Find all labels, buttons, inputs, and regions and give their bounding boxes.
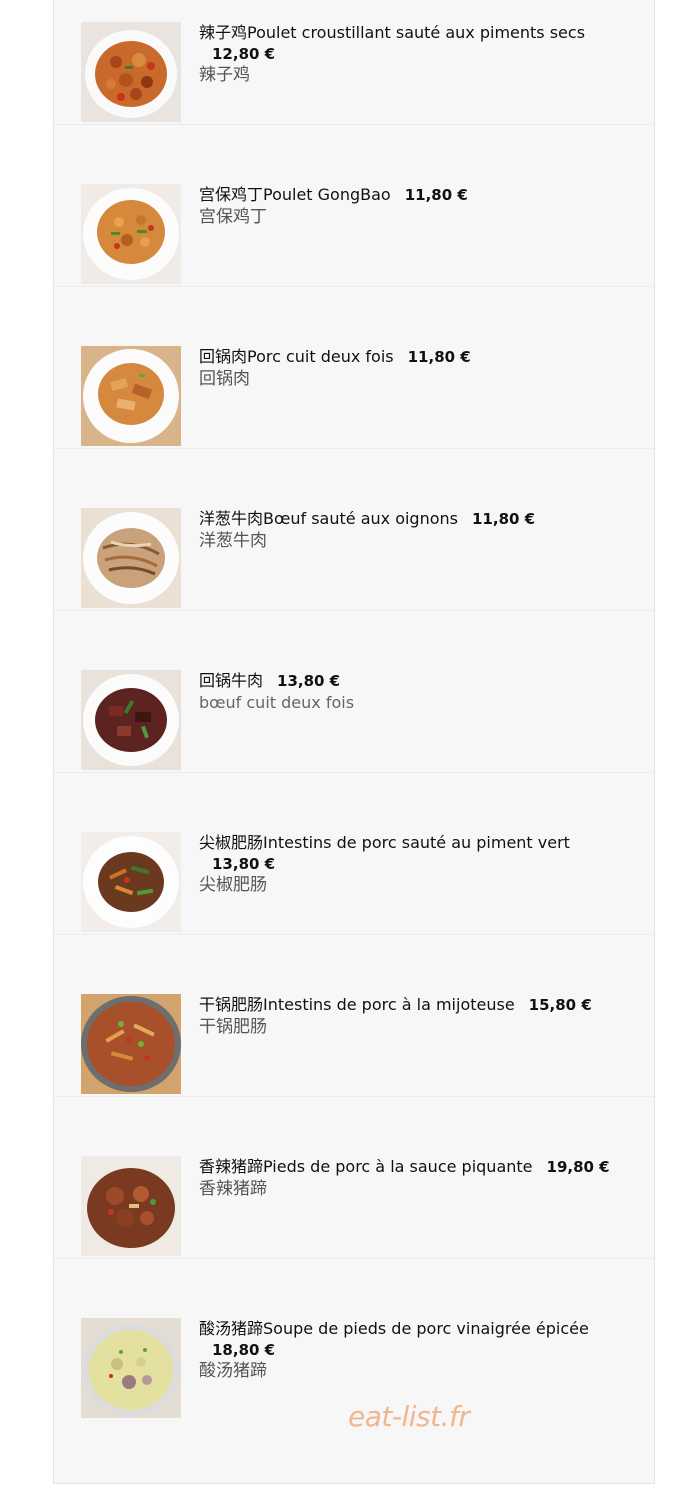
menu-panel: 辣子鸡Poulet croustillant sauté aux piments… (53, 0, 655, 1484)
dish-title: 香辣猪蹄Pieds de porc à la sauce piquante 19,… (199, 1156, 629, 1178)
divider (54, 772, 654, 773)
dish-subtitle: bœuf cuit deux fois (199, 693, 355, 712)
list-item[interactable]: 宫保鸡丁Poulet GongBao 11,80 € 宫保鸡丁 (54, 162, 654, 324)
dish-title: 回锅肉Porc cuit deux fois 11,80 € (199, 346, 629, 368)
list-item[interactable]: 辣子鸡Poulet croustillant sauté aux piments… (54, 0, 654, 162)
list-item[interactable]: 回锅牛肉 13,80 € bœuf cuit deux fois (54, 648, 654, 810)
list-item[interactable]: 回锅肉Porc cuit deux fois 11,80 € 回锅肉 (54, 324, 654, 486)
list-item[interactable]: 尖椒肥肠Intestins de porc sauté au piment ve… (54, 810, 654, 972)
dish-subtitle: 回锅肉 (199, 369, 250, 389)
divider (54, 1258, 654, 1259)
dish-price: 11,80 € (472, 510, 536, 528)
dish-price: 18,80 € (212, 1341, 276, 1359)
dish-photo-twice-cooked-beef[interactable] (81, 670, 181, 770)
dish-subtitle: 辣子鸡 (199, 65, 250, 85)
dish-name: 干锅肥肠Intestins de porc à la mijoteuse (199, 995, 515, 1014)
dish-price: 15,80 € (528, 996, 592, 1014)
dish-title: 酸汤猪蹄Soupe de pieds de porc vinaigrée épi… (199, 1318, 629, 1360)
dish-title: 洋葱牛肉Bœuf sauté aux oignons 11,80 € (199, 508, 629, 530)
dish-name: 洋葱牛肉Bœuf sauté aux oignons (199, 509, 458, 528)
dish-subtitle: 洋葱牛肉 (199, 531, 267, 551)
dish-subtitle: 香辣猪蹄 (199, 1179, 267, 1199)
divider (54, 124, 654, 125)
divider (54, 448, 654, 449)
dish-title: 回锅牛肉 13,80 € (199, 670, 629, 692)
list-item[interactable]: 洋葱牛肉Bœuf sauté aux oignons 11,80 € 洋葱牛肉 (54, 486, 654, 648)
dish-price: 11,80 € (407, 348, 471, 366)
dish-name: 尖椒肥肠Intestins de porc sauté au piment ve… (199, 833, 570, 852)
dish-price: 13,80 € (277, 672, 341, 690)
dish-photo-kung-pao-chicken[interactable] (81, 184, 181, 284)
divider (54, 1096, 654, 1097)
dish-subtitle: 尖椒肥肠 (199, 875, 267, 895)
dish-photo-sour-soup-pork-feet[interactable] (81, 1318, 181, 1418)
list-item[interactable]: 香辣猪蹄Pieds de porc à la sauce piquante 19,… (54, 1134, 654, 1296)
dish-photo-beef-onion[interactable] (81, 508, 181, 608)
dish-photo-pork-intestine-pepper[interactable] (81, 832, 181, 932)
dish-name: 酸汤猪蹄Soupe de pieds de porc vinaigrée épi… (199, 1319, 589, 1338)
dish-title: 宫保鸡丁Poulet GongBao 11,80 € (199, 184, 629, 206)
dish-subtitle: 酸汤猪蹄 (199, 1361, 267, 1381)
dish-photo-spicy-chicken[interactable] (81, 22, 181, 122)
dish-name: 香辣猪蹄Pieds de porc à la sauce piquante (199, 1157, 533, 1176)
dish-title: 辣子鸡Poulet croustillant sauté aux piments… (199, 22, 629, 64)
divider (54, 610, 654, 611)
list-item[interactable]: 干锅肥肠Intestins de porc à la mijoteuse 15,8… (54, 972, 654, 1134)
dish-name: 宫保鸡丁Poulet GongBao (199, 185, 391, 204)
dish-price: 12,80 € (212, 45, 276, 63)
dish-price: 19,80 € (546, 1158, 610, 1176)
watermark: eat-list.fr (348, 1400, 470, 1433)
dish-photo-dry-pot-intestine[interactable] (81, 994, 181, 1094)
dish-subtitle: 宫保鸡丁 (199, 207, 267, 227)
dish-name: 辣子鸡Poulet croustillant sauté aux piments… (199, 23, 586, 42)
dish-photo-spicy-pork-feet[interactable] (81, 1156, 181, 1256)
dish-photo-twice-cooked-pork[interactable] (81, 346, 181, 446)
dish-title: 干锅肥肠Intestins de porc à la mijoteuse 15,8… (199, 994, 629, 1016)
dish-price: 13,80 € (212, 855, 276, 873)
divider (54, 286, 654, 287)
dish-name: 回锅牛肉 (199, 671, 264, 690)
list-item[interactable]: 酸汤猪蹄Soupe de pieds de porc vinaigrée épi… (54, 1296, 654, 1458)
dish-name: 回锅肉Porc cuit deux fois (199, 347, 394, 366)
divider (54, 934, 654, 935)
dish-title: 尖椒肥肠Intestins de porc sauté au piment ve… (199, 832, 629, 874)
dish-subtitle: 干锅肥肠 (199, 1017, 267, 1037)
dish-price: 11,80 € (404, 186, 468, 204)
